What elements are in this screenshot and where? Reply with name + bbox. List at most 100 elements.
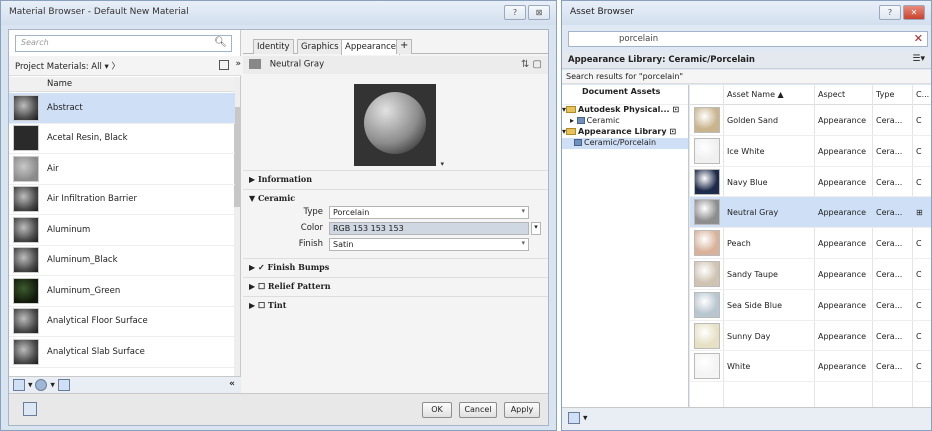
- library-tree: Document Assets ▾ Autodesk Physical... ⊡ …: [562, 85, 689, 407]
- section-tint[interactable]: ▶ ☐ Tint: [243, 296, 548, 313]
- expand-panel-icon[interactable]: »: [235, 59, 241, 69]
- tab-identity[interactable]: Identity: [253, 39, 294, 54]
- column-label: Asset Name: [727, 90, 776, 99]
- tree-item-ceramic[interactable]: ▸ Ceramic: [562, 116, 688, 127]
- finish-label: Finish: [298, 239, 323, 249]
- section-information[interactable]: ▶ Information: [243, 170, 548, 187]
- color-field[interactable]: RGB 153 153 153: [329, 222, 529, 235]
- section-finish-bumps-label: Finish Bumps: [267, 262, 330, 272]
- asset-search-input[interactable]: porcelain ✕: [568, 31, 928, 47]
- asset-browser-window: Asset Browser ? ✕ porcelain ✕ Appearance…: [561, 0, 932, 431]
- asset-type-cell: Cera...: [876, 208, 903, 218]
- material-thumbnail: [13, 338, 39, 365]
- project-materials-filter[interactable]: Project Materials: All ▾ 〉 »: [9, 56, 241, 76]
- asset-row[interactable]: Ice White Appearance Cera... C: [690, 136, 931, 167]
- tree-header[interactable]: Document Assets: [562, 85, 688, 105]
- material-list-item[interactable]: Aluminum: [9, 215, 235, 246]
- material-list-item[interactable]: Abstract: [9, 93, 235, 124]
- create-material-icon[interactable]: [35, 379, 48, 391]
- material-thumbnail: [13, 125, 39, 152]
- help-button[interactable]: ?: [504, 5, 526, 20]
- asset-row[interactable]: Sandy Taupe Appearance Cera... C: [690, 259, 931, 290]
- asset-grid-header: Asset Name ▲ Aspect Type C...: [690, 85, 931, 105]
- appearance-preview[interactable]: ▾: [354, 84, 444, 168]
- material-editor-pane: Identity Graphics Appearance + Neutral G…: [243, 30, 548, 393]
- material-list-item[interactable]: Air Infiltration Barrier: [9, 185, 235, 215]
- material-list-item[interactable]: Air: [9, 154, 235, 185]
- material-settings-icon[interactable]: [23, 402, 37, 416]
- asset-row[interactable]: Sunny Day Appearance Cera... C: [690, 321, 931, 352]
- tab-graphics[interactable]: Graphics: [297, 39, 343, 54]
- close-button[interactable]: ✕: [903, 5, 925, 20]
- library-icon[interactable]: [568, 412, 580, 424]
- material-browser-titlebar: Material Browser - Default New Material …: [1, 1, 556, 25]
- asset-aspect-cell: Appearance: [818, 362, 867, 372]
- asset-category-cell: C: [916, 331, 922, 341]
- material-list-item[interactable]: Aluminum_Black: [9, 246, 235, 276]
- search-icon[interactable]: 🔍︎: [214, 37, 227, 48]
- library-icon[interactable]: [13, 379, 25, 391]
- clear-search-icon[interactable]: ✕: [914, 32, 923, 45]
- window-title: Material Browser - Default New Material: [9, 7, 189, 17]
- type-select[interactable]: Porcelain ▾: [329, 206, 529, 219]
- view-options-icon[interactable]: ☰▾: [912, 54, 925, 64]
- section-finish-bumps[interactable]: ▶ ✓ Finish Bumps: [243, 258, 548, 275]
- tab-appearance[interactable]: Appearance: [341, 39, 401, 55]
- asset-browser-titlebar: Asset Browser ? ✕: [562, 1, 931, 25]
- preview-options-icon[interactable]: ▾: [440, 160, 444, 168]
- material-list-item[interactable]: Acetal Resin, Black: [9, 124, 235, 154]
- asset-name-cell: White: [727, 362, 751, 372]
- asset-category-cell: C: [916, 300, 922, 310]
- asset-row[interactable]: Navy Blue Appearance Cera... C: [690, 167, 931, 198]
- column-aspect[interactable]: Aspect: [818, 90, 845, 99]
- section-ceramic[interactable]: ▼ Ceramic: [243, 189, 548, 206]
- column-type[interactable]: Type: [876, 90, 894, 99]
- material-list-item[interactable]: Analytical Slab Surface: [9, 337, 235, 368]
- asset-category-cell: C: [916, 239, 922, 249]
- finish-select[interactable]: Satin ▾: [329, 238, 529, 251]
- asset-row[interactable]: Neutral Gray Appearance Cera... ⊞: [690, 197, 931, 229]
- material-browser-body: Search 🔍︎ Project Materials: All ▾ 〉 » N…: [8, 29, 549, 426]
- asset-type-cell: Cera...: [876, 116, 903, 125]
- asset-row[interactable]: White Appearance Cera... C: [690, 351, 931, 383]
- material-list-item[interactable]: Aluminum_Green: [9, 276, 235, 307]
- asset-type-cell: Cera...: [876, 146, 903, 156]
- material-search-input[interactable]: Search 🔍︎: [15, 35, 232, 52]
- asset-thumbnail: [694, 230, 720, 257]
- material-name: Aluminum_Green: [47, 285, 121, 296]
- tree-item-appearance-library[interactable]: ▾ Appearance Library ⊡: [562, 127, 688, 138]
- asset-aspect-cell: Appearance: [818, 116, 867, 125]
- asset-category-cell: C: [916, 146, 922, 156]
- collapse-library-button[interactable]: «: [229, 379, 235, 389]
- toggle-view-icon[interactable]: [219, 60, 229, 70]
- material-name: Aluminum: [47, 224, 91, 235]
- add-asset-tab-button[interactable]: +: [396, 39, 413, 54]
- color-options-button[interactable]: ▾: [531, 222, 541, 235]
- cancel-button[interactable]: Cancel: [459, 402, 497, 418]
- asset-grid: Asset Name ▲ Aspect Type C... Golden San…: [690, 85, 931, 407]
- tree-item-ceramic-porcelain[interactable]: Ceramic/Porcelain: [562, 138, 688, 149]
- asset-aspect-cell: Appearance: [818, 146, 867, 156]
- close-button[interactable]: ⊠: [528, 5, 550, 20]
- name-column-header[interactable]: Name: [9, 77, 235, 92]
- asset-row[interactable]: Peach Appearance Cera... C: [690, 228, 931, 259]
- help-button[interactable]: ?: [879, 5, 901, 20]
- column-category[interactable]: C...: [916, 90, 929, 99]
- section-tint-label: Tint: [267, 300, 287, 310]
- asset-row[interactable]: Golden Sand Appearance Cera... C: [690, 105, 931, 136]
- material-name: Analytical Slab Surface: [47, 346, 145, 357]
- asset-swatch-icon: [249, 59, 261, 69]
- search-placeholder: Search: [21, 38, 49, 47]
- replace-asset-icon[interactable]: ⇅ ▢: [521, 59, 542, 70]
- asset-row[interactable]: Sea Side Blue Appearance Cera... C: [690, 290, 931, 321]
- material-list-item[interactable]: Analytical Floor Surface: [9, 307, 235, 337]
- column-asset-name[interactable]: Asset Name ▲: [727, 90, 784, 99]
- ok-button[interactable]: OK: [422, 402, 452, 418]
- section-relief-pattern[interactable]: ▶ ☐ Relief Pattern: [243, 277, 548, 294]
- material-list-toolbar: ▾ ▾ «: [9, 376, 241, 394]
- finish-value: Satin: [333, 240, 354, 249]
- asset-browser-icon[interactable]: [57, 379, 70, 391]
- apply-button[interactable]: Apply: [504, 402, 540, 418]
- asset-thumbnail: [694, 168, 720, 195]
- tree-item-autodesk-physical[interactable]: ▾ Autodesk Physical... ⊡: [562, 105, 688, 116]
